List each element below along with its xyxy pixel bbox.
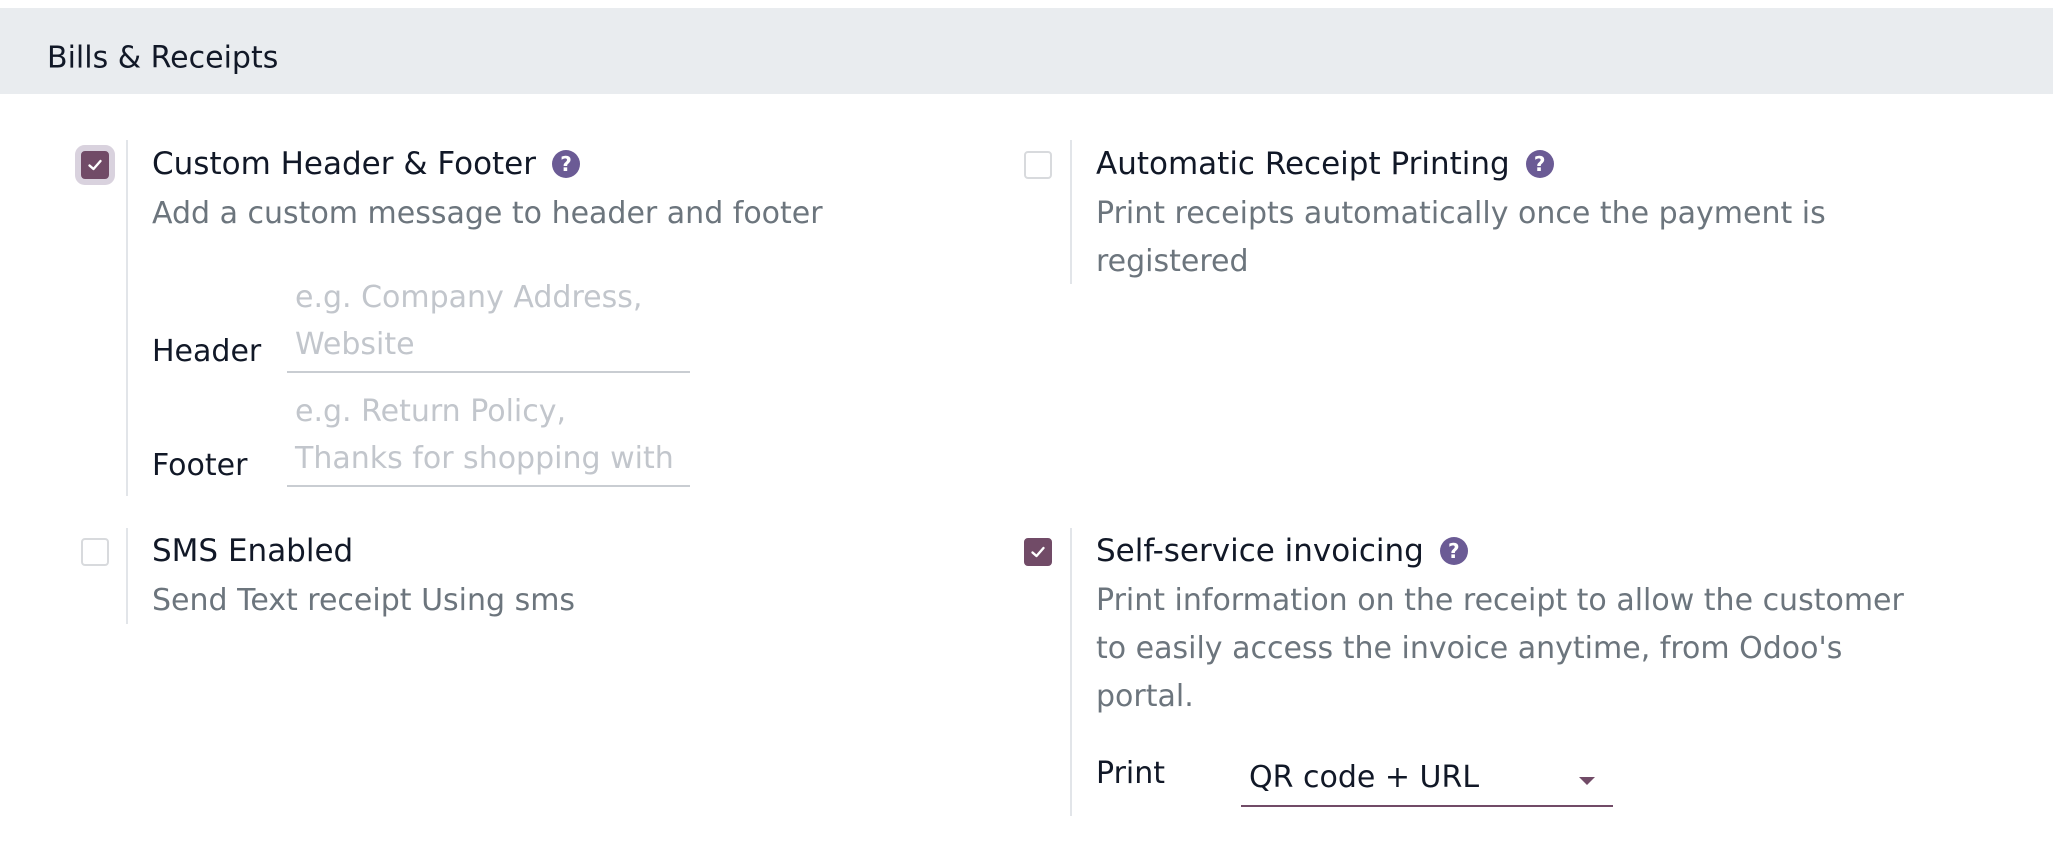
setting-divider — [1070, 528, 1072, 816]
header-textarea[interactable] — [287, 274, 690, 373]
footer-label: Footer — [152, 448, 248, 483]
setting-divider — [126, 528, 128, 624]
sms-enabled-description: Send Text receipt Using sms — [152, 583, 576, 618]
self-service-invoicing-title: Self-service invoicing — [1096, 533, 1424, 569]
custom-header-footer-title: Custom Header & Footer — [152, 146, 537, 182]
setting-title: Self-service invoicing ? — [1096, 533, 1468, 569]
automatic-receipt-printing-checkbox[interactable] — [1024, 151, 1052, 179]
setting-divider — [126, 140, 128, 496]
custom-header-footer-checkbox[interactable] — [81, 151, 109, 179]
setting-divider — [1070, 140, 1072, 284]
question-circle-icon[interactable]: ? — [1525, 150, 1554, 178]
section-header: Bills & Receipts — [0, 8, 2053, 94]
self-service-invoicing-description: Print information on the receipt to allo… — [1096, 583, 1904, 714]
self-service-invoicing-checkbox[interactable] — [1024, 538, 1052, 566]
automatic-receipt-printing-description: Print receipts automatically once the pa… — [1096, 196, 1826, 279]
print-select[interactable]: QR code + URL — [1241, 755, 1613, 807]
header-label: Header — [152, 334, 262, 369]
settings-page: Bills & Receipts Custom Header & Footer … — [0, 0, 2053, 863]
automatic-receipt-printing-title: Automatic Receipt Printing — [1096, 146, 1510, 182]
sms-enabled-title: SMS Enabled — [152, 533, 354, 569]
question-circle-icon[interactable]: ? — [1439, 537, 1468, 565]
sms-enabled-checkbox[interactable] — [81, 538, 109, 566]
print-select-value: QR code + URL — [1249, 760, 1480, 795]
question-circle-icon[interactable]: ? — [552, 150, 581, 178]
checkmark-icon — [1031, 546, 1045, 558]
footer-textarea[interactable] — [287, 388, 690, 487]
caret-down-icon — [1579, 777, 1595, 785]
setting-title: Custom Header & Footer ? — [152, 146, 581, 182]
setting-title: Automatic Receipt Printing ? — [1096, 146, 1554, 182]
print-label: Print — [1096, 756, 1166, 791]
setting-title: SMS Enabled — [152, 533, 353, 569]
checkmark-icon — [88, 159, 102, 171]
custom-header-footer-description: Add a custom message to header and foote… — [152, 196, 823, 231]
section-title: Bills & Receipts — [47, 40, 279, 76]
